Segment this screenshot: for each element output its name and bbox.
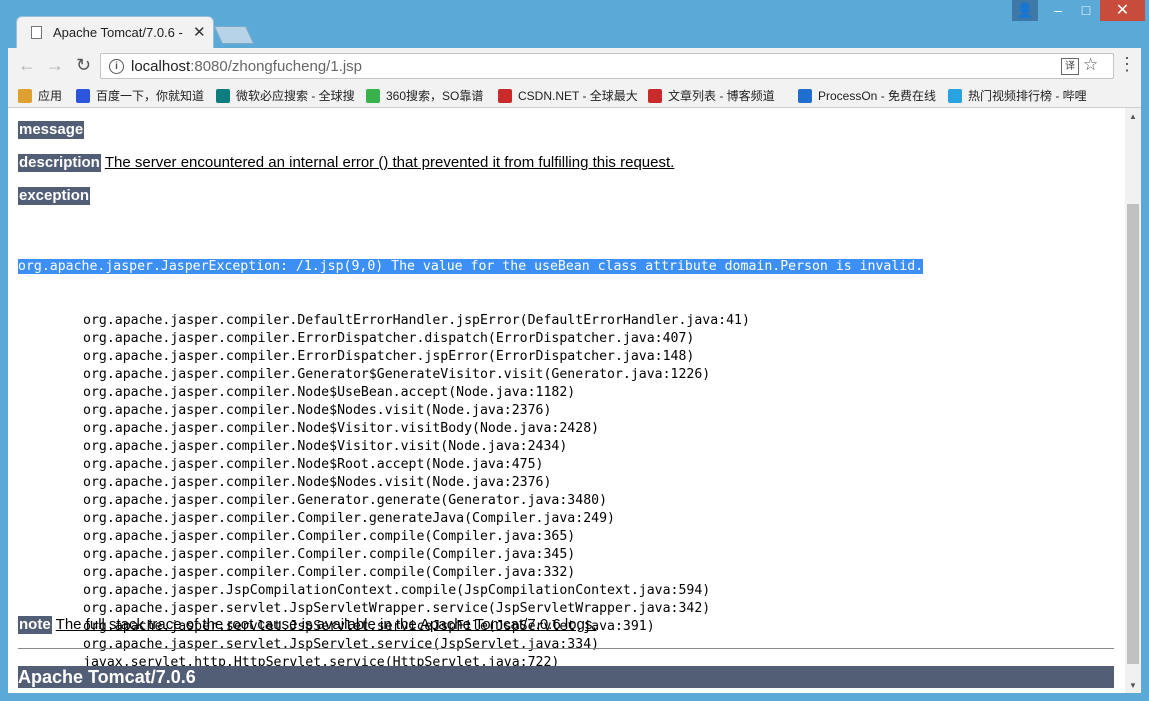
bookmark-blog[interactable]: 文章列表 - 博客频道 [648, 87, 775, 104]
scroll-up-icon[interactable]: ▲ [1129, 112, 1137, 121]
bookmark-baidu[interactable]: 百度一下，你就知道 [76, 87, 204, 104]
toolbar: ← → ↻ i localhost:8080/zhongfucheng/1.js… [8, 48, 1141, 84]
trace-line: org.apache.jasper.compiler.Node$UseBean.… [83, 385, 576, 400]
csdn-icon [498, 89, 512, 103]
reload-icon[interactable]: ↻ [76, 55, 91, 76]
360-icon [366, 89, 380, 103]
trace-line: org.apache.jasper.compiler.Compiler.comp… [83, 529, 576, 544]
apps-icon [18, 89, 32, 103]
address-bar[interactable]: i localhost:8080/zhongfucheng/1.jsp 译 ☆ [100, 53, 1114, 79]
description-text: The server encountered an internal error… [104, 154, 675, 171]
description-label: description [18, 154, 101, 172]
url-host: localhost [131, 58, 191, 75]
trace-line: org.apache.jasper.compiler.Generator$Gen… [83, 367, 711, 382]
trace-line: org.apache.jasper.compiler.DefaultErrorH… [83, 313, 750, 328]
message-label: message [18, 121, 85, 139]
note-text: The full stack trace of the root cause i… [55, 616, 597, 633]
page-content: message description The server encountere… [8, 108, 1125, 693]
user-icon[interactable]: 👤 [1012, 0, 1038, 21]
trace-line: org.apache.jasper.compiler.Node$Nodes.vi… [83, 475, 552, 490]
note-label: note [18, 616, 52, 634]
scroll-down-icon[interactable]: ▼ [1129, 681, 1137, 690]
trace-line: org.apache.jasper.JspCompilationContext.… [83, 583, 711, 598]
exception-message: org.apache.jasper.JasperException: /1.js… [18, 259, 924, 274]
bookmark-360[interactable]: 360搜索，SO靠谱 [366, 87, 483, 104]
bookmark-label: 360搜索，SO靠谱 [386, 89, 484, 103]
trace-line: org.apache.jasper.compiler.Node$Nodes.vi… [83, 403, 552, 418]
trace-line: org.apache.jasper.compiler.Node$Root.acc… [83, 457, 544, 472]
trace-line: org.apache.jasper.compiler.ErrorDispatch… [83, 331, 695, 346]
message-row: message [18, 121, 85, 139]
bookmark-processon[interactable]: ProcessOn - 免费在线 [798, 87, 936, 104]
bilibili-icon [948, 89, 962, 103]
trace-line: org.apache.jasper.compiler.Compiler.gene… [83, 511, 615, 526]
browser-window: Apache Tomcat/7.0.6 - ✕ 👤 – □ ✕ ← → ↻ i … [0, 0, 1149, 701]
tab-strip: Apache Tomcat/7.0.6 - ✕ 👤 – □ ✕ [0, 0, 1149, 48]
minimize-icon[interactable]: – [1044, 0, 1072, 21]
new-tab-button[interactable] [213, 26, 255, 44]
bookmark-label: 百度一下，你就知道 [96, 89, 205, 103]
bookmark-label: 微软必应搜索 - 全球搜 [236, 89, 355, 103]
trace-line: org.apache.jasper.compiler.Node$Visitor.… [83, 439, 568, 454]
exception-row: exception [18, 187, 91, 205]
trace-line: org.apache.jasper.compiler.Generator.gen… [83, 493, 608, 508]
vertical-scrollbar[interactable]: ▲ ▼ [1125, 108, 1141, 693]
bookmark-label: CSDN.NET - 全球最大 [518, 89, 638, 103]
bookmark-bilibili[interactable]: 热门视频排行榜 - 哔哩 [948, 87, 1087, 104]
bookmark-label: ProcessOn - 免费在线 [818, 89, 937, 103]
url-path: :8080/zhongfucheng/1.jsp [190, 58, 363, 75]
bookmark-label: 热门视频排行榜 - 哔哩 [968, 89, 1087, 103]
trace-line: org.apache.jasper.compiler.Node$Visitor.… [83, 421, 600, 436]
csdn-icon [648, 89, 662, 103]
url-text: localhost:8080/zhongfucheng/1.jsp [131, 58, 362, 75]
trace-line: org.apache.jasper.compiler.ErrorDispatch… [83, 349, 695, 364]
page-icon [31, 26, 42, 39]
divider [18, 648, 1114, 649]
bookmarks-bar: 应用 百度一下，你就知道 微软必应搜索 - 全球搜 360搜索，SO靠谱 CSD… [8, 84, 1141, 108]
close-icon[interactable]: ✕ [193, 23, 206, 41]
forward-arrow-icon[interactable]: → [46, 55, 64, 76]
bing-icon [216, 89, 230, 103]
stack-trace: org.apache.jasper.JasperException: /1.js… [18, 222, 924, 672]
bookmark-csdn[interactable]: CSDN.NET - 全球最大 [498, 87, 638, 104]
bookmark-bing[interactable]: 微软必应搜索 - 全球搜 [216, 87, 355, 104]
processon-icon [798, 89, 812, 103]
baidu-icon [76, 89, 90, 103]
bookmark-label: 应用 [38, 89, 63, 103]
maximize-icon[interactable]: □ [1072, 0, 1100, 21]
info-icon[interactable]: i [109, 59, 124, 74]
description-row: description The server encountered an int… [18, 154, 674, 172]
note-row: note The full stack trace of the root cau… [18, 616, 597, 634]
bookmark-label: 文章列表 - 博客频道 [668, 89, 775, 103]
window-close-icon[interactable]: ✕ [1100, 0, 1145, 21]
tab-active[interactable]: Apache Tomcat/7.0.6 - ✕ [16, 16, 214, 48]
back-arrow-icon[interactable]: ← [18, 55, 36, 76]
scrollbar-thumb[interactable] [1127, 204, 1139, 664]
tab-title: Apache Tomcat/7.0.6 - [53, 25, 183, 40]
translate-icon[interactable]: 译 [1061, 58, 1079, 75]
trace-line: org.apache.jasper.compiler.Compiler.comp… [83, 565, 576, 580]
star-icon[interactable]: ☆ [1083, 55, 1098, 75]
exception-label: exception [18, 187, 91, 205]
trace-line: org.apache.jasper.servlet.JspServlet.ser… [83, 637, 600, 652]
trace-line: org.apache.jasper.compiler.Compiler.comp… [83, 547, 576, 562]
menu-icon[interactable]: ⋮ [1118, 54, 1136, 75]
bookmark-apps[interactable]: 应用 [18, 87, 62, 104]
server-footer: Apache Tomcat/7.0.6 [18, 666, 1114, 688]
